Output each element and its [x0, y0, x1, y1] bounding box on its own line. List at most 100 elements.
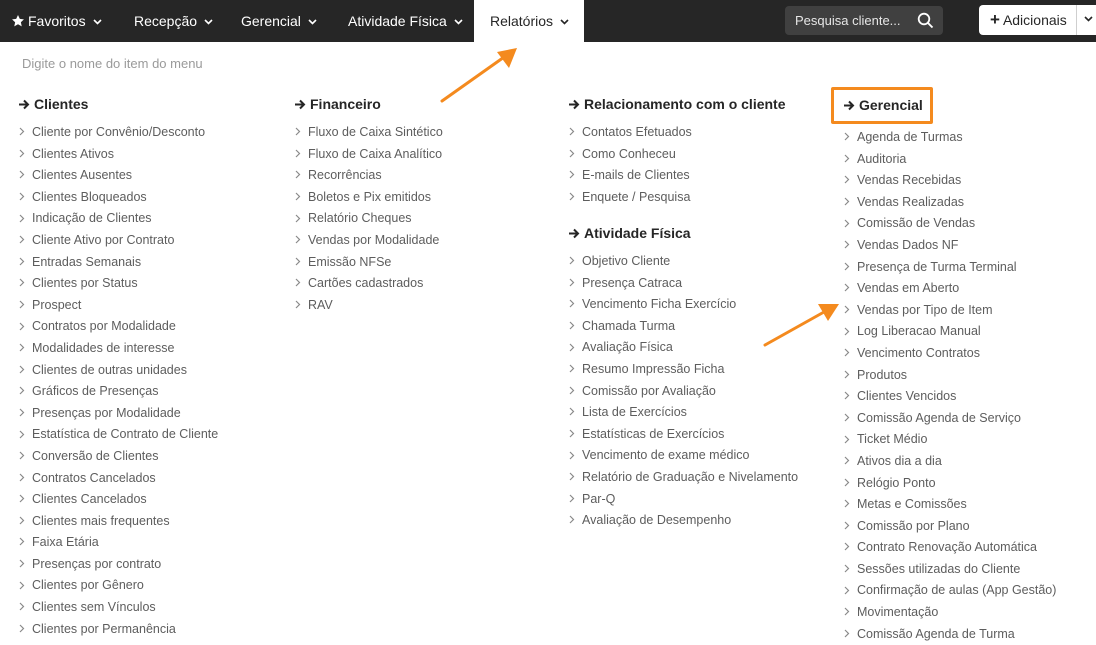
menu-item[interactable]: Recorrências: [294, 165, 443, 187]
chevron-right-icon: [844, 564, 850, 573]
menu-item[interactable]: RAV: [294, 295, 443, 317]
menu-item[interactable]: Movimentação: [843, 602, 1056, 624]
menu-item[interactable]: Presença de Turma Terminal: [843, 257, 1056, 279]
menu-item[interactable]: Comissão Agenda de Turma: [843, 624, 1056, 645]
adicionais-button[interactable]: + Adicionais: [979, 5, 1096, 35]
menu-item[interactable]: Clientes Vencidos: [843, 386, 1056, 408]
menu-item[interactable]: Contrato Renovação Automática: [843, 537, 1056, 559]
menu-item[interactable]: Como Conheceu: [568, 144, 786, 166]
menu-item[interactable]: Fluxo de Caixa Sintético: [294, 122, 443, 144]
menu-item[interactable]: Boletos e Pix emitidos: [294, 187, 443, 209]
menu-item[interactable]: Objetivo Cliente: [568, 251, 798, 273]
menu-item[interactable]: Par-Q: [568, 489, 798, 511]
menu-item[interactable]: Clientes de outras unidades: [18, 360, 218, 382]
menu-item[interactable]: Metas e Comissões: [843, 494, 1056, 516]
menu-item[interactable]: Vendas Realizadas: [843, 192, 1056, 214]
menu-item[interactable]: Comissão por Avaliação: [568, 381, 798, 403]
column-heading-clientes[interactable]: Clientes: [18, 93, 218, 115]
menu-item-label: Clientes Ausentes: [32, 168, 133, 183]
menu-item[interactable]: Relógio Ponto: [843, 473, 1056, 495]
nav-favoritos[interactable]: Favoritos: [11, 0, 102, 42]
menu-item[interactable]: Clientes por Status: [18, 273, 218, 295]
menu-item[interactable]: Contratos por Modalidade: [18, 316, 218, 338]
menu-item[interactable]: Contatos Efetuados: [568, 122, 786, 144]
chevron-right-icon: [295, 149, 301, 158]
menu-item[interactable]: Estatística de Contrato de Cliente: [18, 424, 218, 446]
menu-item[interactable]: Vendas por Tipo de Item: [843, 300, 1056, 322]
menu-filter-input[interactable]: [22, 54, 322, 72]
menu-item-label: Estatísticas de Exercícios: [582, 426, 725, 441]
menu-item-label: Comissão por Avaliação: [582, 383, 716, 398]
menu-item[interactable]: Estatísticas de Exercícios: [568, 424, 798, 446]
nav-gerencial[interactable]: Gerencial: [241, 0, 317, 42]
nav-relatorios[interactable]: Relatórios: [474, 0, 584, 43]
chevron-right-icon: [19, 408, 25, 417]
menu-item[interactable]: Conversão de Clientes: [18, 446, 218, 468]
menu-item[interactable]: Comissão Agenda de Serviço: [843, 408, 1056, 430]
menu-item[interactable]: Relatório de Graduação e Nivelamento: [568, 467, 798, 489]
menu-item[interactable]: Presença Catraca: [568, 273, 798, 295]
column-heading-relacionamento[interactable]: Relacionamento com o cliente: [568, 93, 786, 115]
menu-item-label: Vendas por Tipo de Item: [857, 302, 993, 317]
nav-atividade-fisica[interactable]: Atividade Física: [348, 0, 463, 42]
menu-item[interactable]: Vendas por Modalidade: [294, 230, 443, 252]
menu-item[interactable]: Clientes Bloqueados: [18, 187, 218, 209]
column-heading-label: Financeiro: [310, 96, 381, 112]
menu-item[interactable]: Ativos dia a dia: [843, 451, 1056, 473]
menu-item[interactable]: Vendas em Aberto: [843, 278, 1056, 300]
menu-item[interactable]: Clientes Ausentes: [18, 165, 218, 187]
menu-item[interactable]: Cliente por Convênio/Desconto: [18, 122, 218, 144]
menu-item[interactable]: Relatório Cheques: [294, 208, 443, 230]
menu-item[interactable]: Presenças por contrato: [18, 554, 218, 576]
menu-item[interactable]: Log Liberacao Manual: [843, 321, 1056, 343]
menu-item[interactable]: Cartões cadastrados: [294, 273, 443, 295]
menu-item-label: Clientes por Permanência: [32, 621, 176, 636]
menu-item[interactable]: Modalidades de interesse: [18, 338, 218, 360]
menu-item[interactable]: Sessões utilizadas do Cliente: [843, 559, 1056, 581]
menu-item[interactable]: Vendas Dados NF: [843, 235, 1056, 257]
menu-item[interactable]: Produtos: [843, 365, 1056, 387]
menu-item[interactable]: Enquete / Pesquisa: [568, 187, 786, 209]
menu-item[interactable]: Chamada Turma: [568, 316, 798, 338]
menu-item[interactable]: Comissão por Plano: [843, 516, 1056, 538]
menu-item-label: Contrato Renovação Automática: [857, 540, 1037, 555]
menu-item[interactable]: Indicação de Clientes: [18, 208, 218, 230]
menu-item[interactable]: Vencimento Contratos: [843, 343, 1056, 365]
menu-item[interactable]: Clientes Cancelados: [18, 489, 218, 511]
column-heading-financeiro[interactable]: Financeiro: [294, 93, 443, 115]
column-heading-atividade-fisica[interactable]: Atividade Física: [568, 222, 798, 244]
menu-item[interactable]: E-mails de Clientes: [568, 165, 786, 187]
menu-item[interactable]: Confirmação de aulas (App Gestão): [843, 580, 1056, 602]
search-icon[interactable]: [917, 12, 934, 29]
nav-recepcao[interactable]: Recepção: [134, 0, 213, 42]
client-search-input[interactable]: [785, 6, 919, 35]
column-heading-gerencial[interactable]: Gerencial: [831, 87, 933, 124]
menu-item[interactable]: Avaliação de Desempenho: [568, 510, 798, 532]
menu-item[interactable]: Clientes por Gênero: [18, 575, 218, 597]
menu-item[interactable]: Lista de Exercícios: [568, 402, 798, 424]
menu-item[interactable]: Faixa Etária: [18, 532, 218, 554]
menu-item[interactable]: Emissão NFSe: [294, 252, 443, 274]
menu-item[interactable]: Prospect: [18, 295, 218, 317]
menu-item[interactable]: Clientes por Permanência: [18, 619, 218, 641]
menu-item[interactable]: Ticket Médio: [843, 429, 1056, 451]
menu-item[interactable]: Clientes sem Vínculos: [18, 597, 218, 619]
menu-item[interactable]: Agenda de Turmas: [843, 127, 1056, 149]
menu-item[interactable]: Clientes Ativos: [18, 144, 218, 166]
menu-item[interactable]: Presenças por Modalidade: [18, 403, 218, 425]
menu-item[interactable]: Fluxo de Caixa Analítico: [294, 144, 443, 166]
menu-item[interactable]: Vendas Recebidas: [843, 170, 1056, 192]
menu-item[interactable]: Comissão de Vendas: [843, 213, 1056, 235]
menu-item[interactable]: Avaliação Física: [568, 337, 798, 359]
menu-item[interactable]: Contratos Cancelados: [18, 468, 218, 490]
menu-item[interactable]: Resumo Impressão Ficha: [568, 359, 798, 381]
menu-item[interactable]: Auditoria: [843, 149, 1056, 171]
menu-item[interactable]: Vencimento de exame médico: [568, 445, 798, 467]
chevron-down-icon[interactable]: [1084, 16, 1093, 22]
chevron-right-icon: [569, 321, 575, 330]
menu-item[interactable]: Entradas Semanais: [18, 252, 218, 274]
menu-item[interactable]: Cliente Ativo por Contrato: [18, 230, 218, 252]
menu-item[interactable]: Vencimento Ficha Exercício: [568, 294, 798, 316]
menu-item[interactable]: Gráficos de Presenças: [18, 381, 218, 403]
menu-item[interactable]: Clientes mais frequentes: [18, 511, 218, 533]
